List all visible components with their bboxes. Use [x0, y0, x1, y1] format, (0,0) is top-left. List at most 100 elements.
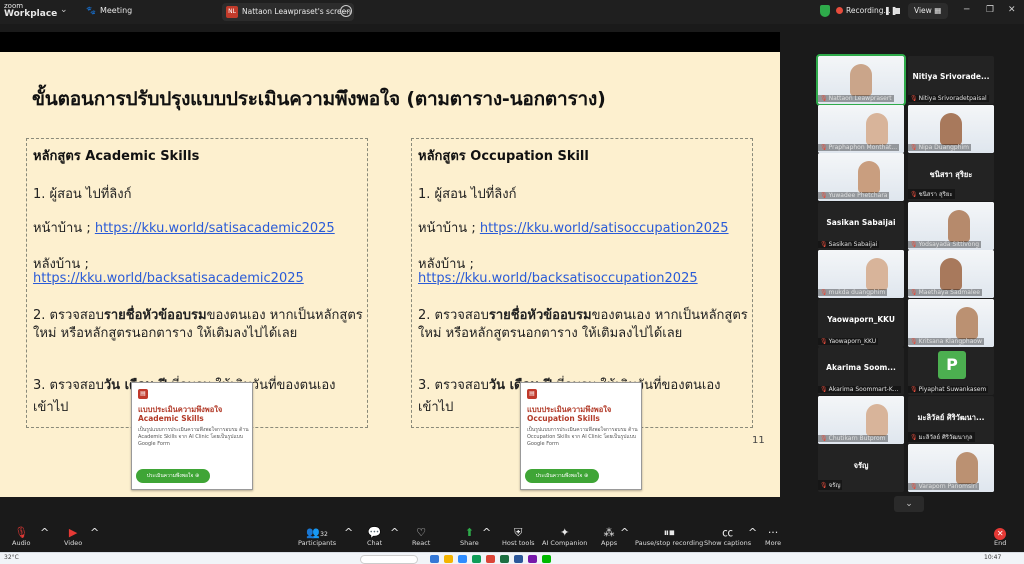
- video-options-caret[interactable]: ^: [90, 526, 99, 539]
- academic-form-card[interactable]: ▤ แบบประเมินความพึงพอใจ Academic Skills …: [131, 382, 253, 490]
- apps-icon: ⁂: [603, 526, 615, 539]
- chat-button[interactable]: 💬 Chat: [367, 526, 382, 547]
- academic-card-button[interactable]: ประเมินความพึงพอใจ ⊕: [136, 469, 210, 483]
- audio-options-caret[interactable]: ^: [40, 526, 49, 539]
- minimize-icon[interactable]: ─: [964, 5, 969, 15]
- participant-face: [948, 209, 970, 242]
- weather-widget[interactable]: 32°C: [4, 554, 19, 561]
- participant-tile[interactable]: ชนิสรา สุริยะ 🎙ชนิสรา สุริยะ: [908, 153, 994, 201]
- taskbar-app-icon[interactable]: [514, 555, 523, 563]
- participant-name: 🎙Nattaon Leawprasert: [818, 95, 894, 102]
- occupation-form-card[interactable]: ▤ แบบประเมินความพึงพอใจ Occupation Skill…: [520, 382, 642, 490]
- occupation-card-button[interactable]: ประเมินความพึงพอใจ ⊕: [525, 469, 599, 483]
- react-button[interactable]: ♡ React: [412, 526, 430, 547]
- academic-home-link[interactable]: https://kku.world/satisacademic2025: [95, 221, 335, 236]
- view-options-icon: ▦: [934, 6, 942, 15]
- participant-name: 🎙Varaporn Panomsiri: [908, 483, 979, 490]
- taskbar-app-icon[interactable]: [430, 555, 439, 563]
- more-button[interactable]: ··· More: [765, 526, 781, 547]
- participant-display-name: ชนิสรา สุริยะ: [929, 170, 973, 179]
- participant-tile[interactable]: 🎙Varaporn Panomsiri: [908, 444, 994, 492]
- participant-tile[interactable]: 🎙Nattaon Leawprasert: [816, 54, 906, 106]
- heart-icon: ♡: [416, 526, 427, 539]
- apps-options-caret[interactable]: ^: [620, 526, 629, 539]
- academic-heading: หลักสูตร Academic Skills: [33, 149, 200, 164]
- taskbar-app-icon[interactable]: [542, 555, 551, 563]
- participant-face: [866, 403, 888, 436]
- occupation-step2: 2. ตรวจสอบรายชื่อหัวข้ออบรมของตนเอง หากเ…: [418, 308, 748, 341]
- show-captions-button[interactable]: ㏄ Show captions: [704, 526, 751, 547]
- taskbar-app-icon[interactable]: [458, 555, 467, 563]
- participant-tile[interactable]: 🎙Nipa Duangphim: [908, 104, 994, 153]
- share-button[interactable]: ⬆ Share: [460, 526, 479, 547]
- mic-muted-icon: 🎙: [910, 337, 918, 345]
- more-icon[interactable]: …: [340, 5, 352, 17]
- participant-avatar: P: [938, 351, 966, 379]
- sparkle-icon: ✦: [560, 526, 570, 539]
- video-button[interactable]: ▶ Video: [64, 526, 82, 547]
- participants-icon: 👥32: [306, 526, 328, 539]
- end-button[interactable]: ✕ End: [994, 526, 1006, 547]
- participant-tile[interactable]: Sasikan Sabaijai 🎙Sasikan Sabaijai: [818, 201, 904, 250]
- participant-tile[interactable]: Nitiya Srivorade... 🎙Nitiya Srivoradetpai…: [908, 56, 994, 104]
- participant-tile[interactable]: มะลิวัลย์ ศิริวัฒนา... 🎙มะลิวัลย์ ศิริวัฒ…: [908, 395, 994, 444]
- participant-tile[interactable]: P 🎙Piyaphat Suwankasem: [908, 347, 994, 395]
- host-tools-button[interactable]: ⛨ Host tools: [502, 526, 535, 547]
- chevron-down-icon[interactable]: ⌄: [60, 5, 68, 15]
- participant-name: 🎙Praphaphon Monthat...: [818, 143, 900, 151]
- occupation-home-link[interactable]: https://kku.world/satisoccupation2025: [480, 221, 729, 236]
- screen-tab-label: Nattaon Leawpraset's screen: [242, 7, 351, 16]
- audio-button[interactable]: 🎙 Audio: [12, 526, 30, 547]
- participants-button[interactable]: 👥32 Participants: [298, 526, 336, 547]
- mic-muted-icon: 🎙: [910, 191, 918, 198]
- pause-stop-recording-button[interactable]: ⏸⏹ Pause/stop recording: [635, 526, 703, 547]
- participant-face: [866, 112, 888, 145]
- participant-tile[interactable]: 🎙mukda duangphim: [818, 250, 904, 298]
- chat-options-caret[interactable]: ^: [390, 526, 399, 539]
- mic-muted-icon: 🎙: [820, 240, 828, 248]
- participant-name: 🎙Kritsana Klangphaow: [908, 337, 984, 345]
- participants-options-caret[interactable]: ^: [344, 526, 353, 539]
- pause-stop-icon: ⏸⏹: [663, 526, 675, 539]
- captions-options-caret[interactable]: ^: [748, 526, 757, 539]
- stop-recording-icon[interactable]: [894, 8, 900, 14]
- mic-muted-icon: 🎙: [820, 95, 828, 102]
- taskbar-app-icon[interactable]: [444, 555, 453, 563]
- participant-tile[interactable]: 🎙Yodsayada Sittivong: [908, 201, 994, 250]
- academic-step1: 1. ผู้สอน ไปที่ลิงก์: [33, 187, 132, 202]
- paw-icon: 🐾: [86, 6, 96, 15]
- close-icon[interactable]: ✕: [1008, 5, 1016, 15]
- participant-name: 🎙Sasikan Sabaijai: [818, 240, 880, 248]
- participant-display-name: จรัญ: [853, 461, 869, 470]
- mic-muted-icon: 🎙: [820, 289, 828, 296]
- mic-muted-icon: 🎙: [910, 289, 918, 296]
- share-options-caret[interactable]: ^: [482, 526, 491, 539]
- taskbar-search[interactable]: [360, 555, 418, 564]
- taskbar-app-icon[interactable]: [472, 555, 481, 563]
- mic-muted-icon: 🎙: [820, 192, 828, 199]
- participant-tile[interactable]: จรัญ 🎙จรัญ: [818, 444, 904, 492]
- taskbar-app-icon[interactable]: [486, 555, 495, 563]
- participant-tile[interactable]: 🎙Chutikarn Butprom: [818, 395, 904, 444]
- meeting-tab[interactable]: 🐾 Meeting: [86, 6, 132, 15]
- participant-face: [956, 452, 978, 484]
- academic-back-link[interactable]: https://kku.world/backsatisacademic2025: [33, 271, 304, 286]
- taskbar-app-icon[interactable]: [528, 555, 537, 563]
- ai-companion-button[interactable]: ✦ AI Companion: [542, 526, 587, 547]
- shield-icon[interactable]: [820, 5, 830, 17]
- apps-button[interactable]: ⁂ Apps: [601, 526, 617, 547]
- participant-tile[interactable]: Akarima Soom... 🎙Akarima Soommart-K...: [818, 347, 904, 395]
- maximize-icon[interactable]: ❐: [986, 5, 994, 15]
- participant-display-name: Nitiya Srivorade...: [912, 72, 990, 81]
- participant-tile[interactable]: 🎙Maethaya Sadmalee: [908, 250, 994, 298]
- shared-screen-tab[interactable]: NL Nattaon Leawpraset's screen …: [222, 3, 354, 21]
- occupation-back-link[interactable]: https://kku.world/backsatisoccupation202…: [418, 271, 698, 286]
- participant-name: 🎙Piyaphat Suwankasem: [908, 386, 989, 393]
- participant-tile[interactable]: 🎙Praphaphon Monthat...: [818, 104, 904, 153]
- participant-tile[interactable]: 🎙Yuwadee Phetchara: [818, 153, 904, 201]
- participant-tile[interactable]: Yaowaporn_KKU 🎙Yaowaporn_KKU: [818, 298, 904, 347]
- gallery-scroll-down-icon[interactable]: ⌄: [894, 496, 924, 512]
- participant-tile[interactable]: 🎙Kritsana Klangphaow: [908, 298, 994, 347]
- view-button[interactable]: View ▦: [908, 3, 948, 19]
- taskbar-app-icon[interactable]: [500, 555, 509, 563]
